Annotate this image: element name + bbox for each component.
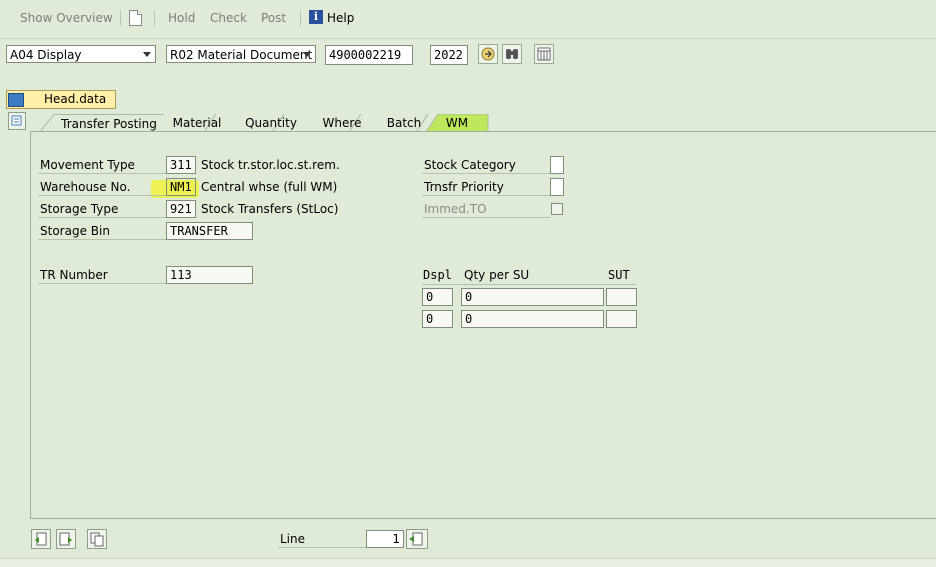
previous-item-button[interactable] xyxy=(31,529,51,549)
storage-type-label: Storage Type xyxy=(38,201,166,218)
stock-category-label: Stock Category xyxy=(422,157,550,174)
transfer-priority-label: Trnsfr Priority xyxy=(422,179,550,196)
warehouse-number-text: Central whse (full WM) xyxy=(201,180,338,194)
show-overview-button[interactable]: Show Overview xyxy=(20,11,113,25)
tab-label: Quantity xyxy=(245,116,297,130)
table-settings-button[interactable] xyxy=(534,44,554,64)
copy-item-button[interactable] xyxy=(87,529,107,549)
post-button[interactable]: Post xyxy=(261,11,286,25)
action-combo-value: A04 Display xyxy=(10,48,82,62)
previous-page-icon xyxy=(35,532,47,546)
immediate-to-checkbox[interactable] xyxy=(551,203,563,215)
movement-type-label: Movement Type xyxy=(38,157,166,174)
storage-bin-field[interactable]: TRANSFER xyxy=(166,222,253,240)
table-header-divider xyxy=(422,284,636,285)
tab-list-icon xyxy=(11,115,22,126)
find-button[interactable] xyxy=(502,44,522,64)
qty-per-su-field[interactable]: 0 xyxy=(461,310,604,328)
storage-type-field[interactable]: 921 xyxy=(166,200,196,218)
immediate-to-label: Immed.TO xyxy=(422,201,550,218)
year-field[interactable]: 2022 xyxy=(430,45,468,65)
document-number-field[interactable]: 4900002219 xyxy=(325,45,413,65)
tab-label: WM xyxy=(445,116,469,130)
tr-number-field[interactable]: 113 xyxy=(166,266,253,284)
copy-icon xyxy=(90,532,104,547)
transfer-priority-field[interactable] xyxy=(550,178,564,196)
tab-label: Material xyxy=(172,116,222,130)
hold-button[interactable]: Hold xyxy=(168,11,195,25)
column-header-dspl: Dspl xyxy=(423,268,452,282)
info-icon[interactable]: i xyxy=(309,10,323,24)
column-header-qty-per-su: Qty per SU xyxy=(464,268,530,282)
dspl-field[interactable]: 0 xyxy=(422,288,453,306)
execute-icon xyxy=(481,47,495,61)
movement-type-text: Stock tr.stor.loc.st.rem. xyxy=(201,158,340,172)
tab-wm[interactable]: WM xyxy=(438,114,476,132)
movement-type-field[interactable]: 311 xyxy=(166,156,196,174)
storage-type-text: Stock Transfers (StLoc) xyxy=(201,202,339,216)
sut-field[interactable] xyxy=(606,288,637,306)
tab-label: Where xyxy=(322,116,362,130)
storage-bin-label: Storage Bin xyxy=(38,223,166,240)
head-data-label: Head.data xyxy=(44,92,107,106)
tab-where[interactable]: Where xyxy=(316,114,368,132)
go-to-line-button[interactable] xyxy=(406,529,428,549)
go-to-line-icon xyxy=(409,532,423,546)
tab-label: Transfer Posting xyxy=(61,117,157,131)
execute-button[interactable] xyxy=(478,44,498,64)
line-number-field[interactable]: 1 xyxy=(366,530,404,548)
column-header-sut: SUT xyxy=(608,268,630,282)
tr-number-label: TR Number xyxy=(38,267,166,284)
stock-category-field[interactable] xyxy=(550,156,564,174)
dspl-field[interactable]: 0 xyxy=(422,310,453,328)
toolbar-separator xyxy=(154,10,155,26)
next-page-icon xyxy=(59,532,72,546)
application-toolbar: Show Overview Hold Check Post i Help xyxy=(0,0,936,39)
reference-document-value: R02 Material Document xyxy=(170,48,313,62)
tab-quantity[interactable]: Quantity xyxy=(238,114,304,132)
warehouse-number-label: Warehouse No. xyxy=(38,179,166,196)
tab-list-button[interactable] xyxy=(8,112,26,130)
table-grid-icon xyxy=(537,47,551,61)
warehouse-number-field[interactable]: NM1 xyxy=(166,178,196,196)
reference-document-combo[interactable]: R02 Material Document xyxy=(166,45,316,63)
toolbar-separator xyxy=(300,10,301,26)
binoculars-icon xyxy=(506,49,518,59)
chevron-down-icon xyxy=(303,52,311,57)
new-document-icon[interactable] xyxy=(129,10,142,26)
action-combo[interactable]: A04 Display xyxy=(6,45,156,63)
tab-material[interactable]: Material xyxy=(168,114,226,132)
sut-field[interactable] xyxy=(606,310,637,328)
line-label: Line xyxy=(278,531,366,548)
header-data-icon xyxy=(8,93,24,107)
help-button[interactable]: Help xyxy=(327,11,354,25)
chevron-down-icon xyxy=(143,52,151,57)
next-item-button[interactable] xyxy=(56,529,76,549)
check-button[interactable]: Check xyxy=(210,11,247,25)
tab-batch[interactable]: Batch xyxy=(380,114,428,132)
toolbar-separator xyxy=(120,10,121,26)
qty-per-su-field[interactable]: 0 xyxy=(461,288,604,306)
tab-label: Batch xyxy=(386,116,422,130)
